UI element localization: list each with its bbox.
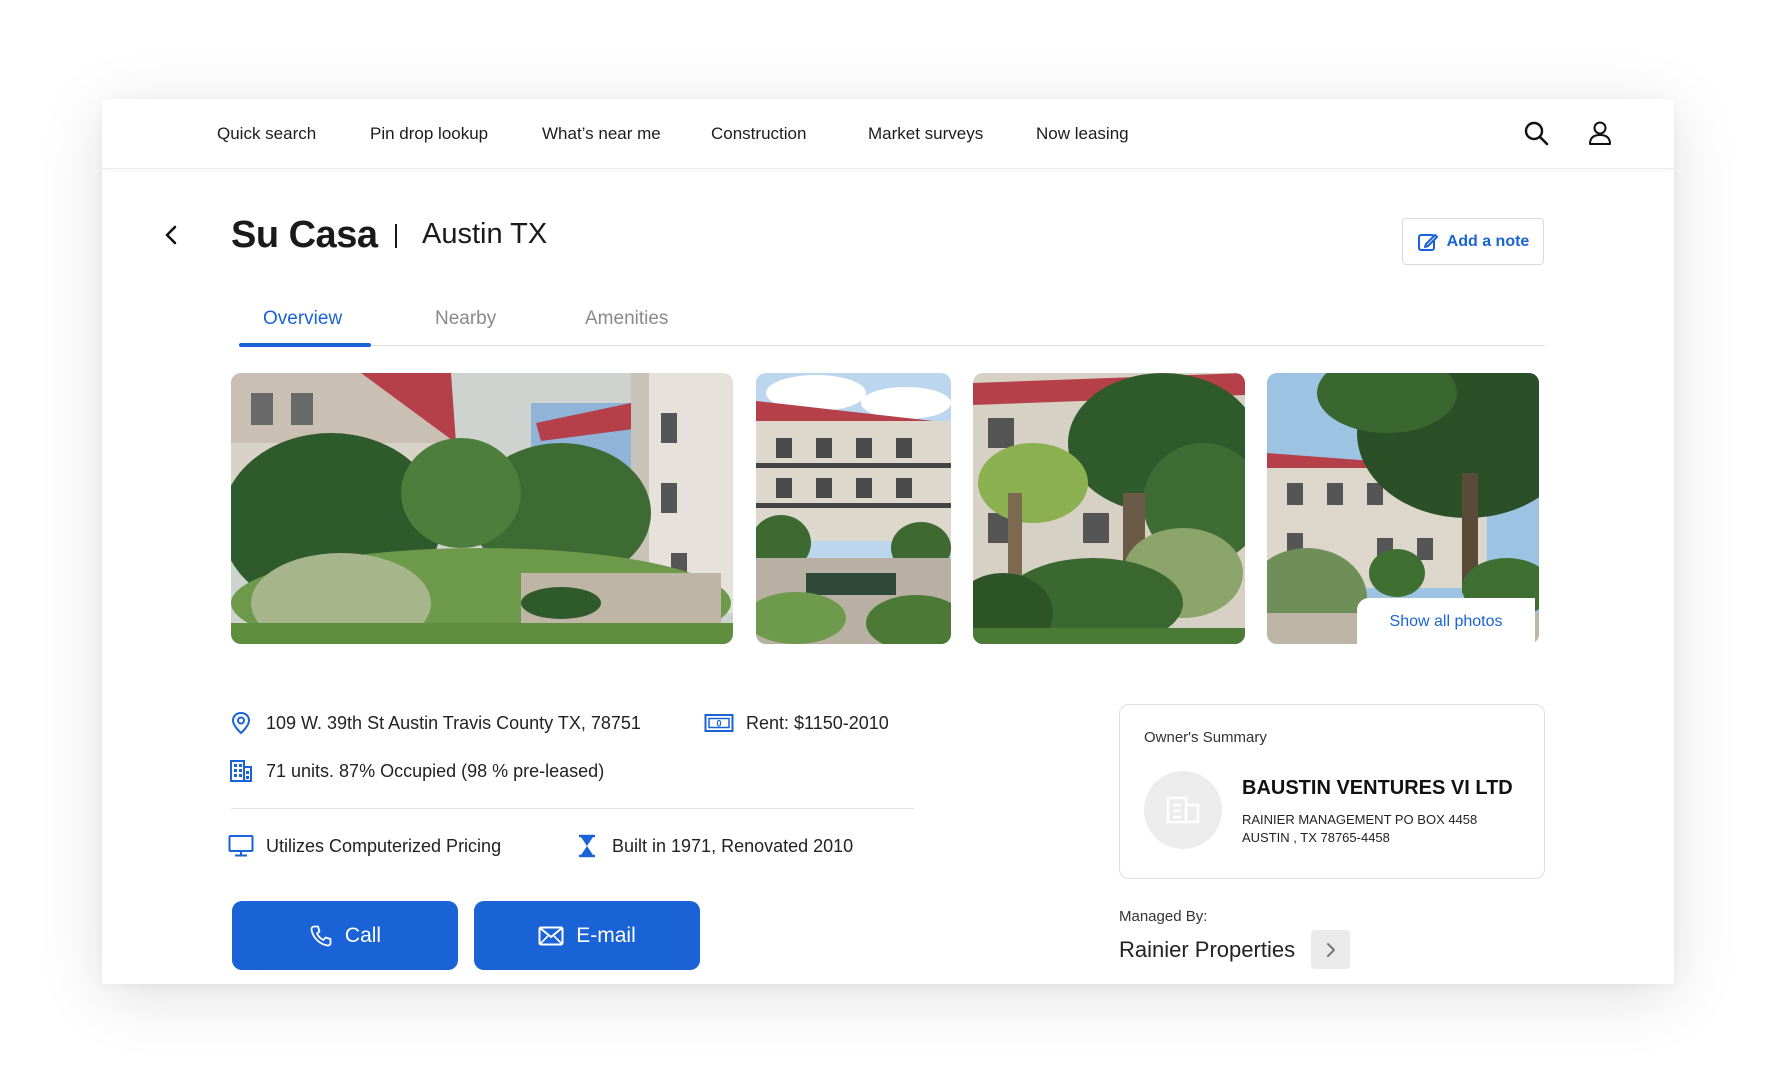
managed-by-name: Rainier Properties [1119,937,1296,962]
add-note-button[interactable]: Add a note [1402,218,1544,265]
hourglass-icon [574,833,600,859]
property-photo-2[interactable] [756,373,951,644]
pricing-row: Utilizes Computerized Pricing [228,833,501,859]
tab-nearby[interactable]: Nearby [435,308,496,330]
title-separator [395,224,397,248]
pricing-text: Utilizes Computerized Pricing [266,835,502,856]
nav-now-leasing[interactable]: Now leasing [1036,124,1129,144]
email-label: E-mail [576,923,636,947]
facts-divider [231,808,914,809]
page-subtitle: Austin TX [422,218,548,250]
top-nav: Quick search Pin drop lookup What’s near… [102,99,1674,169]
owner-address-line1: RAINIER MANAGEMENT PO BOX 4458 [1242,812,1478,827]
nav-construction[interactable]: Construction [711,124,806,144]
rent-row: 0 Rent: $1150-2010 [704,710,889,736]
call-label: Call [344,923,382,947]
managed-by-details-button[interactable] [1311,930,1350,969]
edit-note-icon [1417,233,1438,251]
owner-summary-card: Owner's Summary BAUSTIN VENTURES VI LTD … [1119,704,1545,879]
property-photo-1[interactable] [231,373,733,644]
show-all-photos-button[interactable]: Show all photos [1357,598,1535,646]
call-button[interactable]: Call [232,901,458,970]
app-window: Quick search Pin drop lookup What’s near… [102,99,1674,984]
phone-icon [310,925,332,946]
nav-whats-near-me[interactable]: What’s near me [542,124,661,144]
units-row: 71 units. 87% Occupied (98 % pre-leased) [228,758,604,784]
user-icon[interactable] [1586,119,1614,147]
active-tab-indicator [239,343,371,347]
address-text: 109 W. 39th St Austin Travis County TX, … [266,712,641,733]
location-pin-icon [228,710,254,736]
owner-summary-label: Owner's Summary [1144,729,1267,746]
managed-by-label: Managed By: [1119,908,1208,925]
back-arrow-icon[interactable] [160,223,184,247]
svg-text:0: 0 [716,719,721,729]
built-row: Built in 1971, Renovated 2010 [574,833,853,859]
add-note-label: Add a note [1446,232,1530,250]
nav-pin-drop-lookup[interactable]: Pin drop lookup [370,124,488,144]
units-text: 71 units. 87% Occupied (98 % pre-leased) [266,760,605,781]
nav-quick-search[interactable]: Quick search [217,124,316,144]
page-title: Su Casa [231,214,378,256]
building-icon [228,758,254,784]
rent-text: Rent: $1150-2010 [746,712,889,733]
address-row: 109 W. 39th St Austin Travis County TX, … [228,710,641,736]
property-photo-3[interactable] [973,373,1245,644]
company-building-icon [1166,796,1200,824]
search-icon[interactable] [1522,119,1550,147]
tabs-divider [239,345,1545,346]
chevron-right-icon [1326,942,1335,957]
tab-overview[interactable]: Overview [263,308,342,330]
owner-address-line2: AUSTIN , TX 78765-4458 [1242,830,1390,845]
owner-avatar [1144,771,1222,849]
email-button[interactable]: E-mail [474,901,700,970]
built-text: Built in 1971, Renovated 2010 [612,835,854,856]
monitor-icon [228,833,254,859]
tab-amenities[interactable]: Amenities [585,308,668,330]
nav-market-surveys[interactable]: Market surveys [868,124,983,144]
cash-icon: 0 [704,710,734,736]
owner-name: BAUSTIN VENTURES VI LTD [1242,777,1513,799]
envelope-icon [538,926,564,945]
